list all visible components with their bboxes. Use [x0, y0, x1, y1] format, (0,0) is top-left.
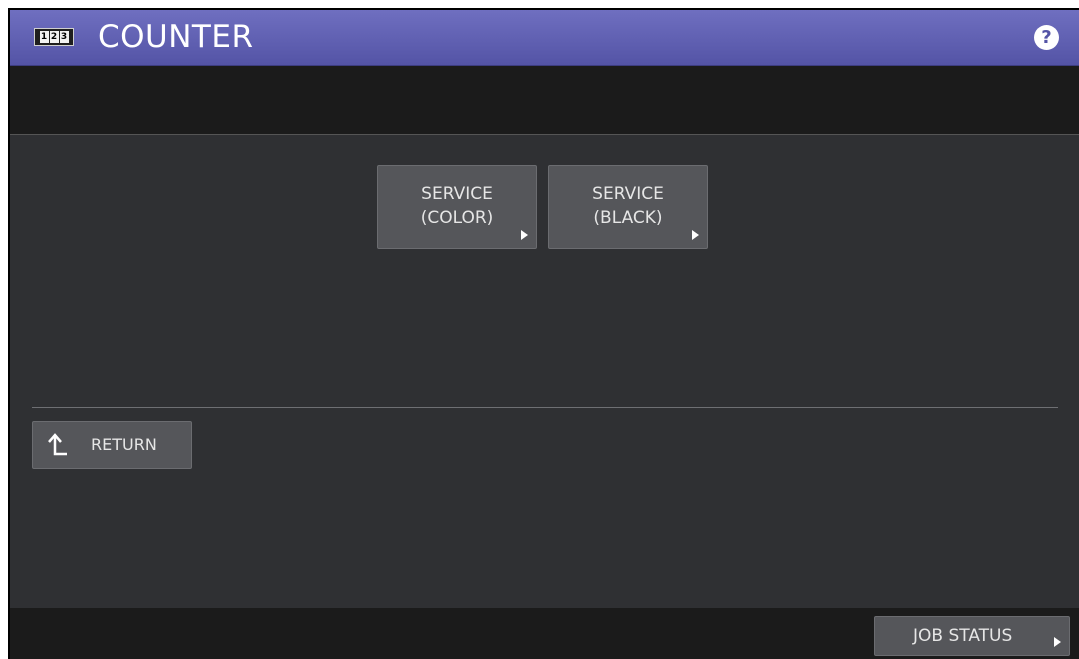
counter-digit: 1: [39, 31, 49, 43]
return-arrow-icon: [48, 433, 67, 456]
return-button[interactable]: RETURN: [32, 421, 192, 469]
divider: [32, 407, 1058, 408]
title-bar: 1 2 3 COUNTER ?: [10, 10, 1079, 66]
page-title: COUNTER: [98, 19, 254, 55]
service-color-button[interactable]: SERVICE (COLOR): [377, 165, 537, 249]
service-black-button[interactable]: SERVICE (BLACK): [548, 165, 708, 249]
job-status-label: JOB STATUS: [913, 626, 1013, 646]
counter-digit: 2: [49, 31, 59, 43]
content-area: [10, 135, 1079, 608]
button-label-line1: SERVICE: [592, 184, 664, 204]
message-bar: [10, 66, 1079, 135]
counter-icon: 1 2 3: [34, 28, 74, 46]
return-label: RETURN: [91, 435, 157, 454]
play-arrow-icon: [692, 230, 699, 240]
button-label-line2: (BLACK): [593, 208, 663, 228]
job-status-button[interactable]: JOB STATUS: [874, 616, 1070, 656]
button-label-line2: (COLOR): [420, 208, 494, 228]
counter-screen: 1 2 3 COUNTER ? SERVICE (COLOR) SERVICE …: [8, 8, 1079, 659]
counter-digit: 3: [59, 31, 69, 43]
button-label-line1: SERVICE: [421, 184, 493, 204]
help-icon[interactable]: ?: [1034, 25, 1059, 50]
play-arrow-icon: [521, 230, 528, 240]
play-arrow-icon: [1054, 637, 1061, 647]
